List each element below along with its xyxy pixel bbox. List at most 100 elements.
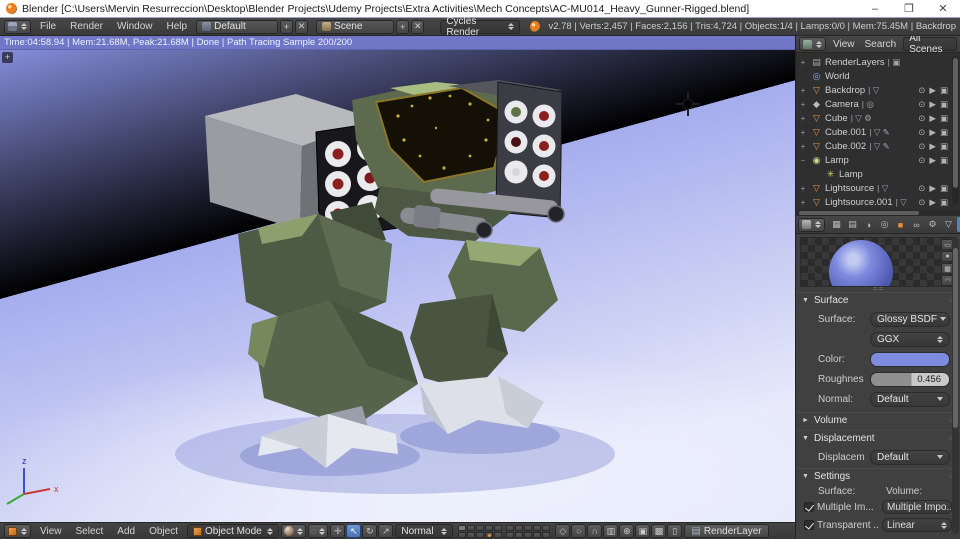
outliner-row[interactable]: + ▽ Lightsource | ▽ ⊙ ▶ ▣: [798, 181, 960, 195]
menu-item[interactable]: Search: [860, 39, 902, 50]
mode-dropdown[interactable]: Object Mode: [187, 524, 279, 538]
layer-cell[interactable]: [533, 524, 542, 531]
menu-item[interactable]: View: [33, 526, 69, 537]
object-name[interactable]: Cube.001: [825, 127, 866, 138]
layer-cell[interactable]: [458, 531, 467, 538]
expander-icon[interactable]: +: [798, 114, 808, 123]
menu-item[interactable]: Add: [110, 526, 142, 537]
displacement-section-header[interactable]: ▼ Displacement≡: [796, 430, 960, 446]
expander-icon[interactable]: +: [798, 142, 808, 151]
header-tool-button[interactable]: ◇: [555, 524, 571, 538]
object-name[interactable]: Lamp: [825, 155, 849, 166]
eye-icon[interactable]: ⊙: [918, 141, 925, 152]
render-engine-selector[interactable]: Cycles Render: [440, 16, 521, 38]
outliner-row[interactable]: + ▽ Cube | ▽ ⚙ ⊙ ▶ ▣: [798, 111, 960, 125]
checkbox[interactable]: [804, 520, 814, 530]
displacement-dropdown[interactable]: Default: [870, 449, 950, 465]
layer-cell[interactable]: [485, 531, 494, 538]
object-name[interactable]: Backdrop: [825, 85, 865, 96]
layer-cell[interactable]: [506, 531, 515, 538]
menu-item[interactable]: Select: [69, 526, 111, 537]
header-tool-button[interactable]: ▣: [635, 524, 651, 538]
layer-cell[interactable]: [524, 531, 533, 538]
outliner-row[interactable]: + ▤ RenderLayers | ▣ ⊙ ▶ ▣: [798, 55, 960, 69]
selectable-icon[interactable]: ▶: [929, 155, 936, 166]
outliner-scrollbar[interactable]: [952, 56, 959, 204]
render-visibility-icon[interactable]: ▣: [940, 127, 948, 138]
expander-icon[interactable]: +: [798, 86, 808, 95]
outliner-row[interactable]: + ▽ Cube.002 | ▽ ✎ ⊙ ▶ ▣: [798, 139, 960, 153]
header-tool-button[interactable]: ∩: [587, 524, 603, 538]
selectable-icon[interactable]: ▶: [929, 85, 936, 96]
render-visibility-icon[interactable]: ▣: [940, 183, 948, 194]
screen-layout-selector[interactable]: Default: [196, 19, 278, 34]
layer-cell[interactable]: [515, 531, 524, 538]
outliner-row[interactable]: + ▽ Cube.001 | ▽ ✎ ⊙ ▶ ▣: [798, 125, 960, 139]
render-visibility-icon[interactable]: ▣: [940, 99, 948, 110]
scene-selector[interactable]: Scene: [316, 19, 395, 34]
header-tool-button[interactable]: ▥: [603, 524, 619, 538]
minimize-button[interactable]: –: [858, 3, 892, 15]
properties-tab[interactable]: ∞: [909, 217, 924, 232]
normal-dropdown[interactable]: Default: [870, 391, 950, 407]
header-tool-button[interactable]: ○: [571, 524, 587, 538]
properties-tab[interactable]: ▦: [829, 217, 844, 232]
properties-tab[interactable]: ■: [893, 217, 908, 232]
outliner-scope-dropdown[interactable]: All Scenes: [903, 36, 957, 55]
menu-item[interactable]: Window: [110, 21, 160, 32]
color-swatch[interactable]: [870, 351, 950, 367]
object-name[interactable]: Cube.002: [825, 141, 866, 152]
selectable-icon[interactable]: ▶: [929, 113, 936, 124]
eye-icon[interactable]: ⊙: [918, 113, 925, 124]
expander-icon[interactable]: +: [798, 128, 808, 137]
outliner-editor-type-button[interactable]: [799, 37, 826, 51]
layer-cell[interactable]: [476, 531, 485, 538]
settings-dropdown[interactable]: Multiple Impo...: [882, 500, 952, 514]
layer-cell[interactable]: [467, 524, 476, 531]
menu-item[interactable]: Object: [142, 526, 185, 537]
render-visibility-icon[interactable]: ▣: [940, 141, 948, 152]
view3d-editor-type-button[interactable]: [4, 524, 31, 538]
render-visibility-icon[interactable]: ▣: [940, 197, 948, 208]
layer-cell[interactable]: [494, 524, 503, 531]
menu-item[interactable]: Render: [63, 21, 110, 32]
layer-cell[interactable]: [542, 531, 551, 538]
close-scene-button[interactable]: ✕: [411, 19, 425, 34]
manipulator-button[interactable]: ✛: [330, 524, 346, 538]
expander-icon[interactable]: +: [798, 198, 808, 207]
properties-editor-type-button[interactable]: [798, 217, 825, 232]
outliner-row[interactable]: ✳ Lamp ⊙ ▶ ▣: [798, 167, 960, 181]
properties-tab[interactable]: ◑: [861, 217, 876, 232]
layer-cell[interactable]: [467, 531, 476, 538]
maximize-button[interactable]: ❐: [892, 2, 926, 15]
properties-tab[interactable]: ▽: [941, 217, 956, 232]
orientation-dropdown[interactable]: Normal: [395, 524, 454, 538]
eye-icon[interactable]: ⊙: [918, 85, 925, 96]
eye-icon[interactable]: ⊙: [918, 99, 925, 110]
selectable-icon[interactable]: ▶: [929, 127, 936, 138]
layer-cell[interactable]: [515, 524, 524, 531]
eye-icon[interactable]: ⊙: [918, 155, 925, 166]
shader-dropdown[interactable]: Glossy BSDF: [870, 311, 950, 327]
eye-icon[interactable]: ⊙: [918, 197, 925, 208]
layer-cell[interactable]: [542, 524, 551, 531]
outliner-row[interactable]: ◎ World ⊙ ▶ ▣: [798, 69, 960, 83]
eye-icon[interactable]: ⊙: [918, 127, 925, 138]
expander-icon[interactable]: −: [798, 156, 808, 165]
outliner-row[interactable]: + ▽ Lightsource.001 | ▽ ⊙ ▶ ▣: [798, 195, 960, 209]
volume-section-header[interactable]: ► Volume≡: [796, 412, 960, 428]
selectable-icon[interactable]: ▶: [929, 183, 936, 194]
layer-cell[interactable]: [485, 524, 494, 531]
layer-cell[interactable]: [494, 531, 503, 538]
properties-tab[interactable]: ◎: [877, 217, 892, 232]
settings-dropdown[interactable]: Linear: [882, 518, 952, 532]
object-name[interactable]: Lightsource: [825, 183, 874, 194]
object-name[interactable]: Lightsource.001: [825, 197, 893, 208]
properties-tab[interactable]: ⚙: [925, 217, 940, 232]
layer-cell[interactable]: [476, 524, 485, 531]
viewport-shading-dropdown[interactable]: [281, 524, 306, 538]
close-button[interactable]: ✕: [926, 2, 960, 15]
properties-scrollbar[interactable]: [952, 238, 959, 534]
selectable-icon[interactable]: ▶: [929, 99, 936, 110]
properties-tab[interactable]: ▤: [845, 217, 860, 232]
